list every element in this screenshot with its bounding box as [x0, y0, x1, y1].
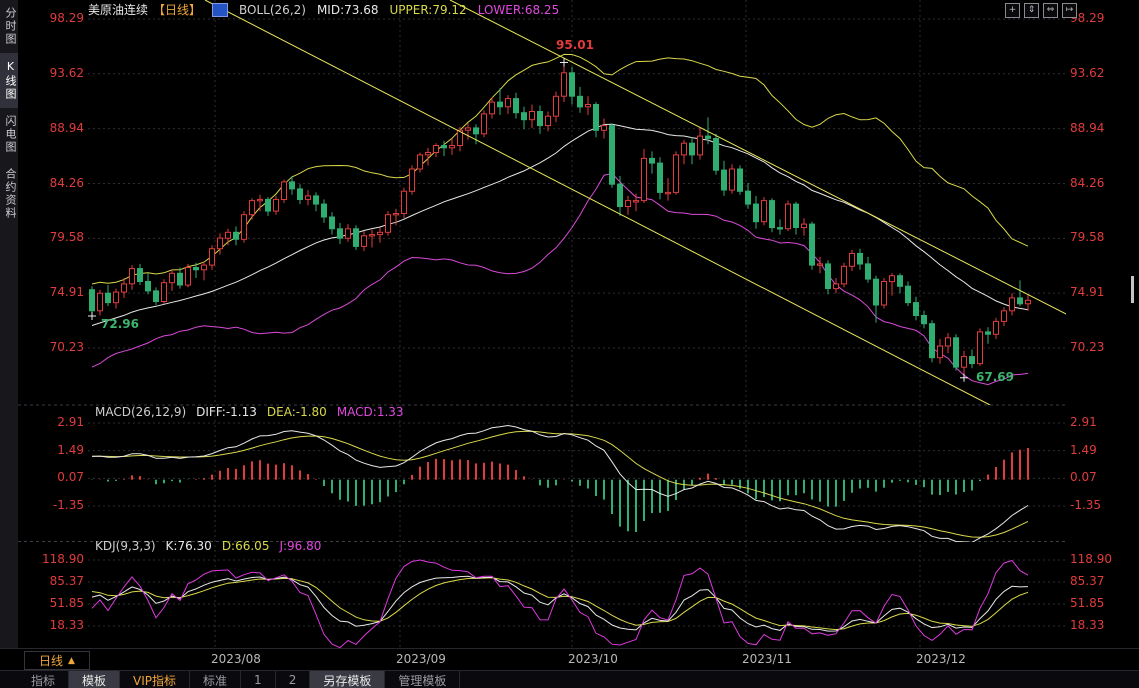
kdj-tick-label: 18.33	[22, 618, 84, 632]
price-tick-label: 70.23	[22, 340, 84, 354]
bottom-bar-item-8[interactable]: 管理模板	[385, 671, 460, 688]
chart-canvas[interactable]	[0, 0, 1139, 688]
kdj-d-value: D:66.05	[222, 539, 270, 553]
price-tick-label: 70.23	[1070, 340, 1104, 354]
kdj-tick-label: 85.37	[1070, 574, 1104, 588]
kdj-j-value: J:96.80	[279, 539, 321, 553]
kdj-tick-label: 118.90	[1070, 552, 1112, 566]
price-tick-label: 74.91	[1070, 285, 1104, 299]
macd-diff-value: DIFF:-1.13	[196, 405, 257, 419]
period-tag[interactable]: 【日线】	[153, 1, 201, 18]
template-toolbar: 指标模板VIP指标标准12另存模板管理模板	[0, 670, 1139, 688]
kdj-indicator-label[interactable]: KDJ(9,3,3)	[95, 539, 156, 553]
bottom-bar-item-3[interactable]: VIP指标	[120, 671, 190, 688]
price-tick-label: 93.62	[1070, 66, 1104, 80]
bottom-bar-item-1[interactable]: 指标	[18, 671, 69, 688]
boll-lower-value: LOWER:68.25	[478, 3, 560, 17]
chart-toolbar-icons: + ⇕ ⇔ ↦	[1005, 3, 1077, 18]
price-tick-label: 88.94	[1070, 121, 1104, 135]
annotation-low-price: 67.69	[976, 370, 1014, 384]
boll-upper-value: UPPER:79.12	[389, 3, 466, 17]
price-tick-label: 79.58	[1070, 230, 1104, 244]
kdj-pane-header: KDJ(9,3,3) K:76.30 D:66.05 J:96.80	[95, 539, 321, 553]
x-axis-month-label: 2023/10	[568, 652, 618, 666]
price-tick-label: 98.29	[22, 11, 84, 25]
price-pane	[90, 0, 1069, 405]
macd-tick-label: 0.07	[1070, 470, 1097, 484]
macd-pane	[92, 426, 1028, 543]
bottom-bar-item-6[interactable]: 2	[276, 671, 311, 688]
kdj-tick-label: 51.85	[1070, 596, 1104, 610]
bottom-bar-item-2[interactable]: 模板	[69, 671, 120, 688]
bottom-bar-item-7[interactable]: 另存模板	[310, 671, 385, 688]
fit-vertical-axis-icon[interactable]: ⇕	[1024, 3, 1039, 18]
macd-tick-label: 0.07	[22, 470, 84, 484]
macd-tick-label: 1.49	[22, 443, 84, 457]
scrollbar-thumb[interactable]	[1131, 276, 1134, 303]
price-tick-label: 93.62	[22, 66, 84, 80]
sidebar-item-3[interactable]: 闪电图	[0, 108, 18, 161]
price-tick-label: 84.26	[1070, 176, 1104, 190]
macd-pane-header: MACD(26,12,9) DIFF:-1.13 DEA:-1.80 MACD:…	[95, 405, 404, 419]
trading-app-window: 美原油连续 【日线】 BOLL(26,2) MID:73.68 UPPER:79…	[0, 0, 1139, 688]
price-tick-label: 88.94	[22, 121, 84, 135]
kdj-k-value: K:76.30	[166, 539, 212, 553]
trendline-2	[450, 0, 1068, 315]
macd-tick-label: -1.35	[22, 498, 84, 512]
sidebar-item-1[interactable]: 分时图	[0, 0, 18, 53]
pan-right-icon[interactable]: ↦	[1062, 3, 1077, 18]
price-tick-label: 84.26	[22, 176, 84, 190]
annotation-left-low-price: 72.96	[101, 317, 139, 331]
period-selector[interactable]: 日线 ▲	[24, 651, 90, 670]
kdj-tick-label: 51.85	[22, 596, 84, 610]
boll-lower-line	[92, 174, 1028, 385]
boll-upper-line	[92, 54, 1028, 284]
annotation-high-price: 95.01	[556, 38, 594, 52]
chart-header: 美原油连续 【日线】 BOLL(26,2) MID:73.68 UPPER:79…	[88, 2, 559, 17]
boll-indicator-label[interactable]: BOLL(26,2)	[239, 3, 306, 17]
sidebar-item-2[interactable]: K线图	[0, 53, 18, 108]
macd-hist-value: MACD:1.33	[337, 405, 404, 419]
x-axis-month-label: 2023/09	[396, 652, 446, 666]
fit-horizontal-axis-icon[interactable]: ⇔	[1043, 3, 1058, 18]
price-tick-label: 74.91	[22, 285, 84, 299]
boll-mid-line	[92, 124, 1028, 325]
kdj-tick-label: 85.37	[22, 574, 84, 588]
macd-dea-value: DEA:-1.80	[267, 405, 327, 419]
macd-tick-label: 1.49	[1070, 443, 1097, 457]
macd-tick-label: -1.35	[1070, 498, 1101, 512]
symbol-title: 美原油连续	[88, 1, 148, 18]
chart-type-sidebar: 分时图K线图闪电图合约资料	[0, 0, 18, 648]
x-axis-month-label: 2023/08	[211, 652, 261, 666]
kdj-tick-label: 18.33	[1070, 618, 1104, 632]
kline-chart-icon	[212, 3, 228, 17]
price-tick-label: 79.58	[22, 230, 84, 244]
bottom-bar-item-5[interactable]: 1	[241, 671, 276, 688]
macd-indicator-label[interactable]: MACD(26,12,9)	[95, 405, 186, 419]
x-axis-month-label: 2023/12	[916, 652, 966, 666]
period-label: 日线	[39, 652, 63, 669]
x-axis-month-label: 2023/11	[742, 652, 792, 666]
macd-tick-label: 2.91	[1070, 415, 1097, 429]
kdj-tick-label: 118.90	[22, 552, 84, 566]
crosshair-icon[interactable]: +	[1005, 3, 1020, 18]
caret-up-icon: ▲	[68, 656, 75, 666]
sidebar-item-4[interactable]: 合约资料	[0, 161, 18, 227]
bottom-bar-item-4[interactable]: 标准	[190, 671, 241, 688]
boll-mid-value: MID:73.68	[317, 3, 379, 17]
macd-tick-label: 2.91	[22, 415, 84, 429]
trendline-1	[205, 0, 990, 405]
candles-layer	[90, 58, 1031, 378]
